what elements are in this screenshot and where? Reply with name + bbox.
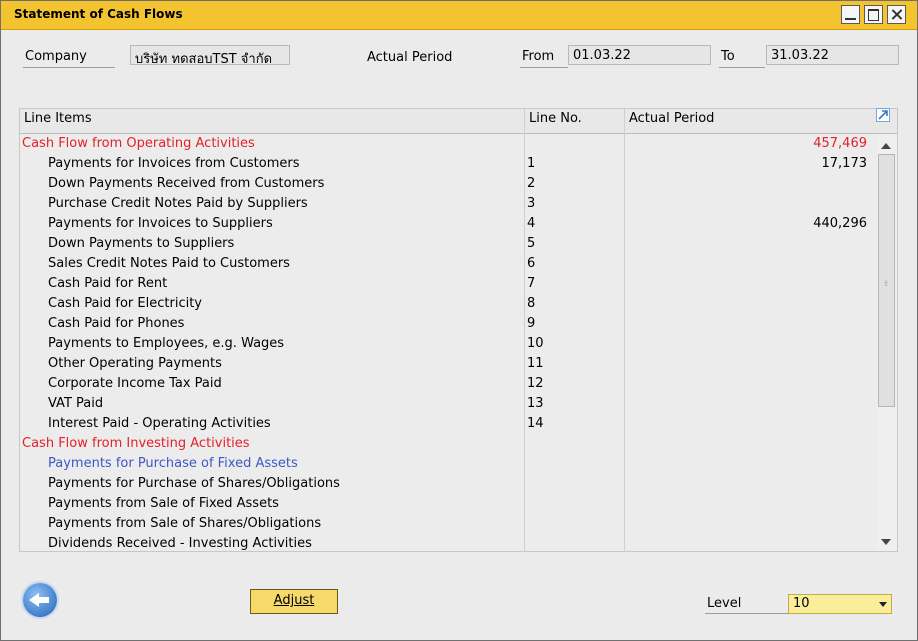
from-label-underline [520, 67, 568, 68]
line-item-cell: Purchase Credit Notes Paid by Suppliers [48, 196, 308, 211]
line-item-cell: VAT Paid [48, 396, 104, 411]
chevron-down-icon [879, 602, 887, 607]
line-item-cell: Payments from Sale of Fixed Assets [48, 496, 279, 511]
cash-flow-grid: Line Items Line No. Actual Period Cash F… [19, 108, 898, 552]
table-row[interactable]: Corporate Income Tax Paid 12 [20, 374, 875, 394]
company-field[interactable]: บริษัท ทดสอบTST จำกัด [130, 45, 290, 67]
to-label: To [721, 49, 735, 64]
back-arrow-icon[interactable] [23, 583, 57, 617]
line-no-cell: 3 [527, 196, 536, 211]
adjust-button-label: Adjust [273, 593, 315, 608]
line-item-cell: Down Payments to Suppliers [48, 236, 235, 251]
column-header-line-items[interactable]: Line Items [24, 111, 92, 126]
table-row[interactable]: Interest Paid - Operating Activities 14 [20, 414, 875, 434]
line-item-cell: Cash Flow from Operating Activities [22, 136, 255, 151]
level-value: 10 [793, 596, 810, 611]
grip-icon: ⁞⁞ [884, 279, 888, 288]
table-row[interactable]: Payments from Sale of Fixed Assets [20, 494, 875, 514]
line-no-cell: 11 [527, 356, 544, 371]
line-no-cell: 6 [527, 256, 536, 271]
column-header-line-no[interactable]: Line No. [529, 111, 582, 126]
close-icon[interactable] [887, 5, 906, 24]
company-label: Company [25, 49, 87, 64]
table-row[interactable]: Payments for Purchase of Fixed Assets [20, 454, 875, 474]
line-item-cell: Other Operating Payments [48, 356, 222, 371]
line-item-cell: Cash Paid for Electricity [48, 296, 202, 311]
table-row[interactable]: VAT Paid 13 [20, 394, 875, 414]
table-row[interactable]: Sales Credit Notes Paid to Customers 6 [20, 254, 875, 274]
column-header-actual-period[interactable]: Actual Period [629, 111, 714, 126]
line-no-cell: 4 [527, 216, 536, 231]
line-item-cell: Sales Credit Notes Paid to Customers [48, 256, 290, 271]
table-row[interactable]: Cash Paid for Rent 7 [20, 274, 875, 294]
line-no-cell: 2 [527, 176, 536, 191]
line-no-cell: 7 [527, 276, 536, 291]
line-item-cell: Payments for Invoices to Suppliers [48, 216, 273, 231]
line-item-cell: Payments for Purchase of Shares/Obligati… [48, 476, 340, 491]
line-item-cell: Interest Paid - Operating Activities [48, 416, 271, 431]
line-item-cell: Corporate Income Tax Paid [48, 376, 222, 391]
level-label-underline [705, 613, 788, 614]
line-no-cell: 1 [527, 156, 536, 171]
table-row[interactable]: Payments from Sale of Shares/Obligations [20, 514, 875, 534]
table-row[interactable]: Payments for Invoices to Suppliers 4 440,2… [20, 214, 875, 234]
table-row[interactable]: Payments to Employees, e.g. Wages 10 [20, 334, 875, 354]
table-row[interactable]: Cash Paid for Electricity 8 [20, 294, 875, 314]
table-row[interactable]: Other Operating Payments 11 [20, 354, 875, 374]
scrollbar-thumb[interactable]: ⁞⁞ [878, 154, 895, 407]
table-row[interactable]: Payments for Invoices from Customers 1 17,… [20, 154, 875, 174]
table-row[interactable]: Down Payments Received from Customers 2 [20, 174, 875, 194]
level-dropdown[interactable]: 10 [788, 594, 892, 614]
from-date-field[interactable]: 01.03.22 [568, 45, 711, 65]
line-no-cell: 10 [527, 336, 544, 351]
table-row[interactable]: Purchase Credit Notes Paid by Suppliers 3 [20, 194, 875, 214]
statement-of-cash-flows-window: Statement of Cash Flows Company บริษัท ท… [0, 0, 918, 641]
line-item-cell: Payments from Sale of Shares/Obligations [48, 516, 322, 531]
adjust-button[interactable]: Adjust [250, 589, 338, 614]
window-title: Statement of Cash Flows [14, 7, 183, 21]
table-row[interactable]: Cash Flow from Investing Activities [20, 434, 875, 454]
vertical-scrollbar[interactable]: ⁞⁞ [877, 135, 897, 551]
grid-header: Line Items Line No. Actual Period [20, 109, 897, 134]
line-item-cell: Payments for Purchase of Fixed Assets [48, 456, 298, 471]
line-item-cell: Cash Flow from Investing Activities [22, 436, 250, 451]
line-no-cell: 13 [527, 396, 544, 411]
title-bar: Statement of Cash Flows [1, 1, 917, 30]
to-label-underline [719, 67, 765, 68]
table-row[interactable]: Payments for Purchase of Shares/Obligati… [20, 474, 875, 494]
actual-period-cell: 457,469 [813, 136, 867, 151]
actual-period-cell: 17,173 [821, 156, 868, 171]
line-item-cell: Dividends Received - Investing Activitie… [48, 536, 312, 551]
line-item-cell: Cash Paid for Phones [48, 316, 185, 331]
scroll-down-icon[interactable] [881, 539, 891, 545]
maximize-icon[interactable] [864, 5, 883, 24]
to-date-field[interactable]: 31.03.22 [766, 45, 899, 65]
line-item-cell: Payments to Employees, e.g. Wages [48, 336, 285, 351]
actual-period-label: Actual Period [367, 50, 453, 65]
line-no-cell: 9 [527, 316, 536, 331]
scroll-up-icon[interactable] [881, 143, 891, 149]
company-label-underline [23, 67, 115, 68]
line-item-cell: Payments for Invoices from Customers [48, 156, 300, 171]
expand-arrow-icon[interactable] [876, 108, 890, 122]
minimize-icon[interactable] [841, 5, 860, 24]
table-row[interactable]: Cash Paid for Phones 9 [20, 314, 875, 334]
table-row[interactable]: Cash Flow from Operating Activities 457,4… [20, 134, 875, 154]
line-item-cell: Down Payments Received from Customers [48, 176, 325, 191]
table-row[interactable]: Down Payments to Suppliers 5 [20, 234, 875, 254]
from-label: From [522, 49, 555, 64]
line-no-cell: 5 [527, 236, 536, 251]
line-no-cell: 14 [527, 416, 544, 431]
table-row[interactable]: Dividends Received - Investing Activitie… [20, 534, 875, 551]
line-no-cell: 8 [527, 296, 536, 311]
line-item-cell: Cash Paid for Rent [48, 276, 168, 291]
line-no-cell: 12 [527, 376, 544, 391]
level-label: Level [707, 596, 742, 611]
actual-period-cell: 440,296 [813, 216, 867, 231]
